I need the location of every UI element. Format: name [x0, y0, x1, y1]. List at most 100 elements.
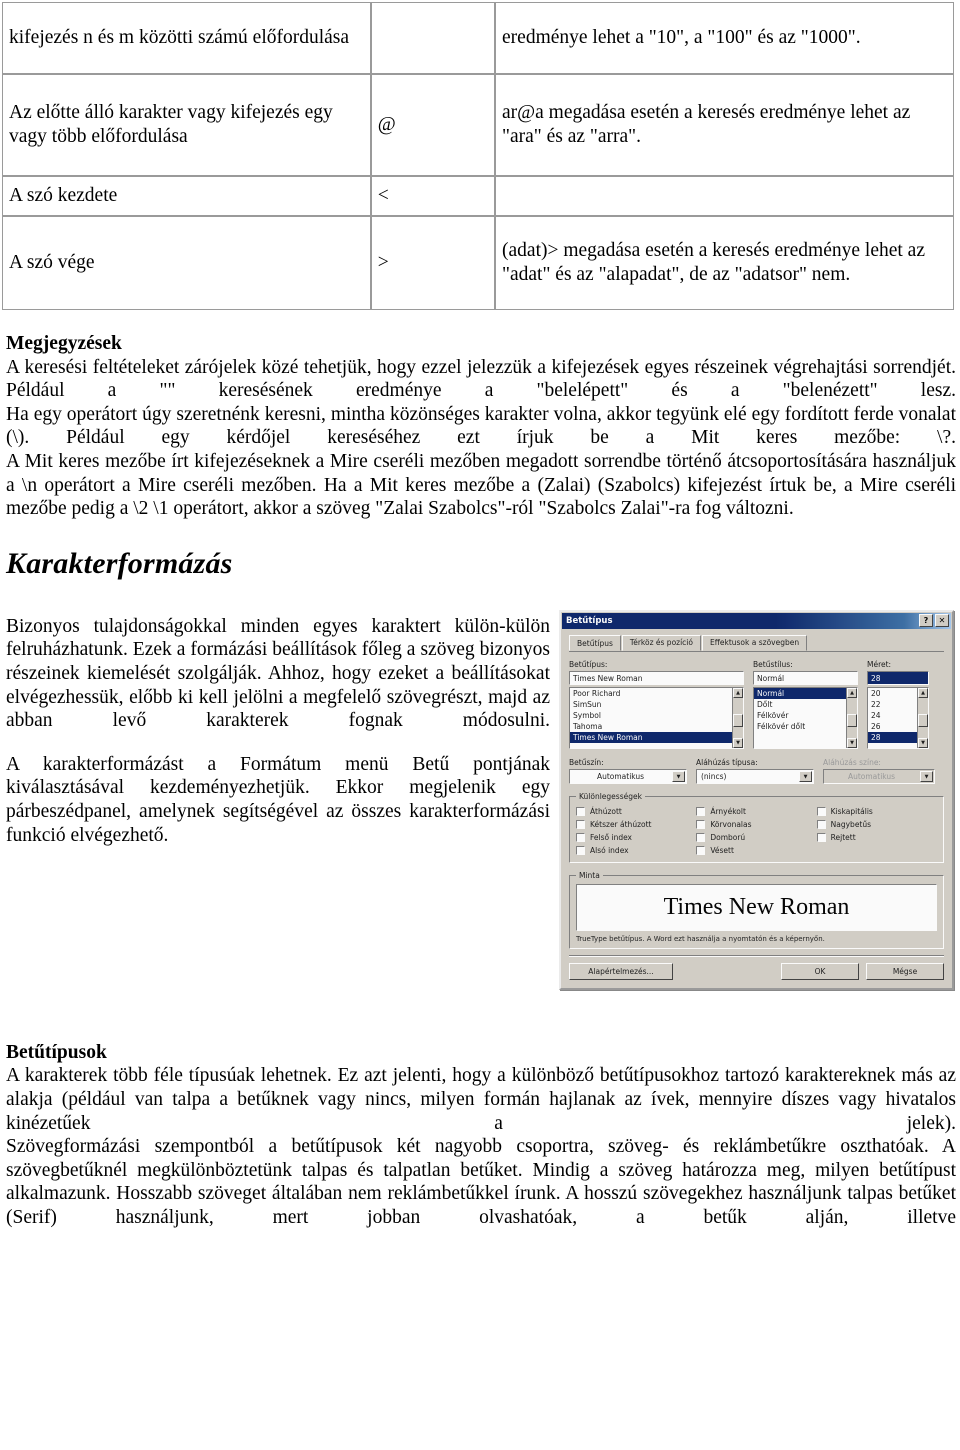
font-dialog: Betűtípus ? ✕ Betűtípus Térköz és pozíci… [559, 609, 954, 990]
table-row: A szó vége > (adat)> megadása esetén a k… [2, 216, 954, 310]
table-row: Az előtte álló karakter vagy kifejezés e… [2, 74, 954, 176]
operator-example: ar@a megadása esetén a keresés eredménye… [495, 74, 954, 176]
font-size-input[interactable]: 28 [867, 670, 929, 685]
help-icon[interactable]: ? [919, 614, 933, 628]
list-item-selected[interactable]: Normál [754, 687, 857, 699]
font-size-list[interactable]: 20 22 24 26 28 ▲ ▼ [867, 686, 929, 749]
checkbox-icon[interactable] [816, 806, 826, 816]
scroll-up-icon[interactable]: ▲ [918, 687, 928, 698]
checkbox-label: Alsó index [590, 845, 629, 855]
checkbox-label: Kétszer áthúzott [590, 819, 652, 829]
scrollbar-thumb[interactable] [918, 714, 928, 728]
list-item[interactable]: Tahoma [570, 721, 743, 732]
underline-style-group: Aláhúzás típusa: (nincs) ▼ [696, 758, 814, 784]
checkbox-icon[interactable] [576, 832, 585, 842]
scroll-up-icon[interactable]: ▲ [847, 687, 857, 698]
font-dialog-titlebar: Betűtípus ? ✕ [562, 612, 951, 629]
scrollbar-thumb[interactable] [847, 714, 857, 728]
list-item[interactable]: Poor Richard [570, 688, 743, 699]
fonts-paragraph-2: Szövegformázási szempontból a betűtípuso… [6, 1136, 956, 1228]
operator-table: kifejezés n és m közötti számú előfordul… [2, 2, 954, 310]
list-item[interactable]: Dőlt [754, 699, 857, 710]
table-row: A szó kezdete < [2, 176, 954, 216]
checkbox-icon[interactable] [696, 819, 706, 829]
checkbox-icon[interactable] [696, 845, 706, 855]
list-item[interactable]: Félkövér [754, 710, 857, 721]
checkbox-label: Árnyékolt [710, 806, 746, 816]
effects-column-1: Áthúzott Kétszer áthúzott Felső index Al… [576, 805, 696, 857]
ok-button[interactable]: OK [781, 962, 859, 980]
divider [569, 954, 944, 957]
effects-group: Különlegességek Áthúzott Kétszer áthúzot… [569, 791, 944, 863]
font-size-group: Méret: 28 20 22 24 26 28 ▲ ▼ [867, 660, 929, 749]
list-item[interactable]: Symbol [570, 710, 743, 721]
checkbox-emboss[interactable]: Domború [696, 831, 816, 844]
scroll-down-icon[interactable]: ▼ [733, 737, 743, 748]
operator-symbol: < [370, 176, 496, 216]
fonts-section: Betűtípusok A karakterek több féle típus… [0, 1041, 960, 1230]
checkbox-label: Körvonalas [710, 819, 752, 829]
font-family-input[interactable]: Times New Roman [569, 670, 744, 685]
cancel-button[interactable]: Mégse [866, 962, 944, 980]
checkbox-outline[interactable]: Körvonalas [696, 818, 816, 831]
checkbox-icon[interactable] [576, 845, 585, 855]
underline-style-select[interactable]: (nincs) ▼ [696, 768, 814, 784]
checkbox-shadow[interactable]: Árnyékolt [696, 805, 816, 818]
chevron-down-icon: ▼ [920, 770, 933, 782]
notes-paragraph: Ha egy operátort úgy szeretnénk keresni,… [6, 403, 956, 449]
font-family-list[interactable]: Poor Richard SimSun Symbol Tahoma Times … [569, 686, 744, 749]
checkbox-label: Felső index [590, 832, 633, 842]
font-color-select[interactable]: Automatikus ▼ [569, 768, 687, 784]
list-item[interactable]: SimSun [570, 699, 743, 710]
checkbox-icon[interactable] [576, 819, 585, 829]
checkbox-subscript[interactable]: Alsó index [576, 844, 696, 857]
tab-spacing-position[interactable]: Térköz és pozíció [621, 634, 701, 651]
checkbox-small-caps[interactable]: Kiskapitális [816, 805, 937, 818]
font-size-label: Méret: [867, 659, 892, 669]
operator-example: eredménye lehet a "10", a "100" és az "1… [495, 2, 954, 74]
checkbox-double-strikethrough[interactable]: Kétszer áthúzott [576, 818, 696, 831]
checkbox-hidden[interactable]: Rejtett [816, 831, 937, 844]
scroll-down-icon[interactable]: ▼ [847, 737, 857, 748]
checkbox-label: Vésett [710, 845, 734, 855]
checkbox-icon[interactable] [816, 819, 826, 829]
checkbox-icon[interactable] [696, 806, 706, 816]
checkbox-superscript[interactable]: Felső index [576, 831, 696, 844]
checkbox-engrave[interactable]: Vésett [696, 844, 816, 857]
notes-block: Megjegyzések A keresési feltételeket zár… [0, 332, 960, 521]
operator-description: A szó kezdete [2, 176, 371, 216]
scrollbar-thumb[interactable] [733, 714, 743, 728]
font-family-label: Betűtípus: [569, 659, 608, 669]
scroll-down-icon[interactable]: ▼ [918, 737, 928, 748]
section-paragraph-1: Bizonyos tulajdonságokkal minden egyes k… [6, 615, 550, 732]
checkbox-label: Domború [710, 832, 746, 842]
operator-symbol: @ [370, 74, 496, 176]
chevron-down-icon[interactable]: ▼ [672, 770, 685, 782]
scrollbar[interactable]: ▲ ▼ [917, 687, 928, 748]
checkbox-icon[interactable] [696, 832, 706, 842]
font-color-group: Betűszín: Automatikus ▼ [569, 758, 687, 784]
font-preview-note: TrueType betűtípus. A Word ezt használja… [576, 934, 825, 943]
font-style-input[interactable]: Normál [753, 670, 858, 685]
tab-text-effects[interactable]: Effektusok a szövegben [701, 634, 808, 651]
checkbox-label: Rejtett [830, 832, 856, 842]
scroll-up-icon[interactable]: ▲ [733, 687, 743, 698]
scrollbar[interactable]: ▲ ▼ [732, 687, 743, 748]
chevron-down-icon[interactable]: ▼ [799, 770, 812, 782]
tab-font[interactable]: Betűtípus [569, 634, 621, 651]
underline-style-label: Aláhúzás típusa: [696, 757, 758, 767]
checkbox-strikethrough[interactable]: Áthúzott [576, 805, 696, 818]
font-style-list[interactable]: Normál Dőlt Félkövér Félkövér dőlt ▲ ▼ [753, 686, 858, 749]
checkbox-icon[interactable] [576, 806, 585, 816]
underline-color-select: Automatikus ▼ [823, 768, 935, 784]
checkbox-all-caps[interactable]: Nagybetűs [816, 818, 937, 831]
list-item[interactable]: Félkövér dőlt [754, 721, 857, 732]
list-item-selected[interactable]: Times New Roman [570, 731, 743, 743]
checkbox-icon[interactable] [816, 832, 826, 842]
font-family-group: Betűtípus: Times New Roman Poor Richard … [569, 660, 744, 749]
close-icon[interactable]: ✕ [935, 614, 949, 628]
font-dialog-tabs: Betűtípus Térköz és pozíció Effektusok a… [569, 634, 944, 652]
scrollbar[interactable]: ▲ ▼ [846, 687, 857, 748]
default-button[interactable]: Alapértelmezés... [569, 962, 673, 980]
checkbox-spacer [817, 844, 937, 857]
